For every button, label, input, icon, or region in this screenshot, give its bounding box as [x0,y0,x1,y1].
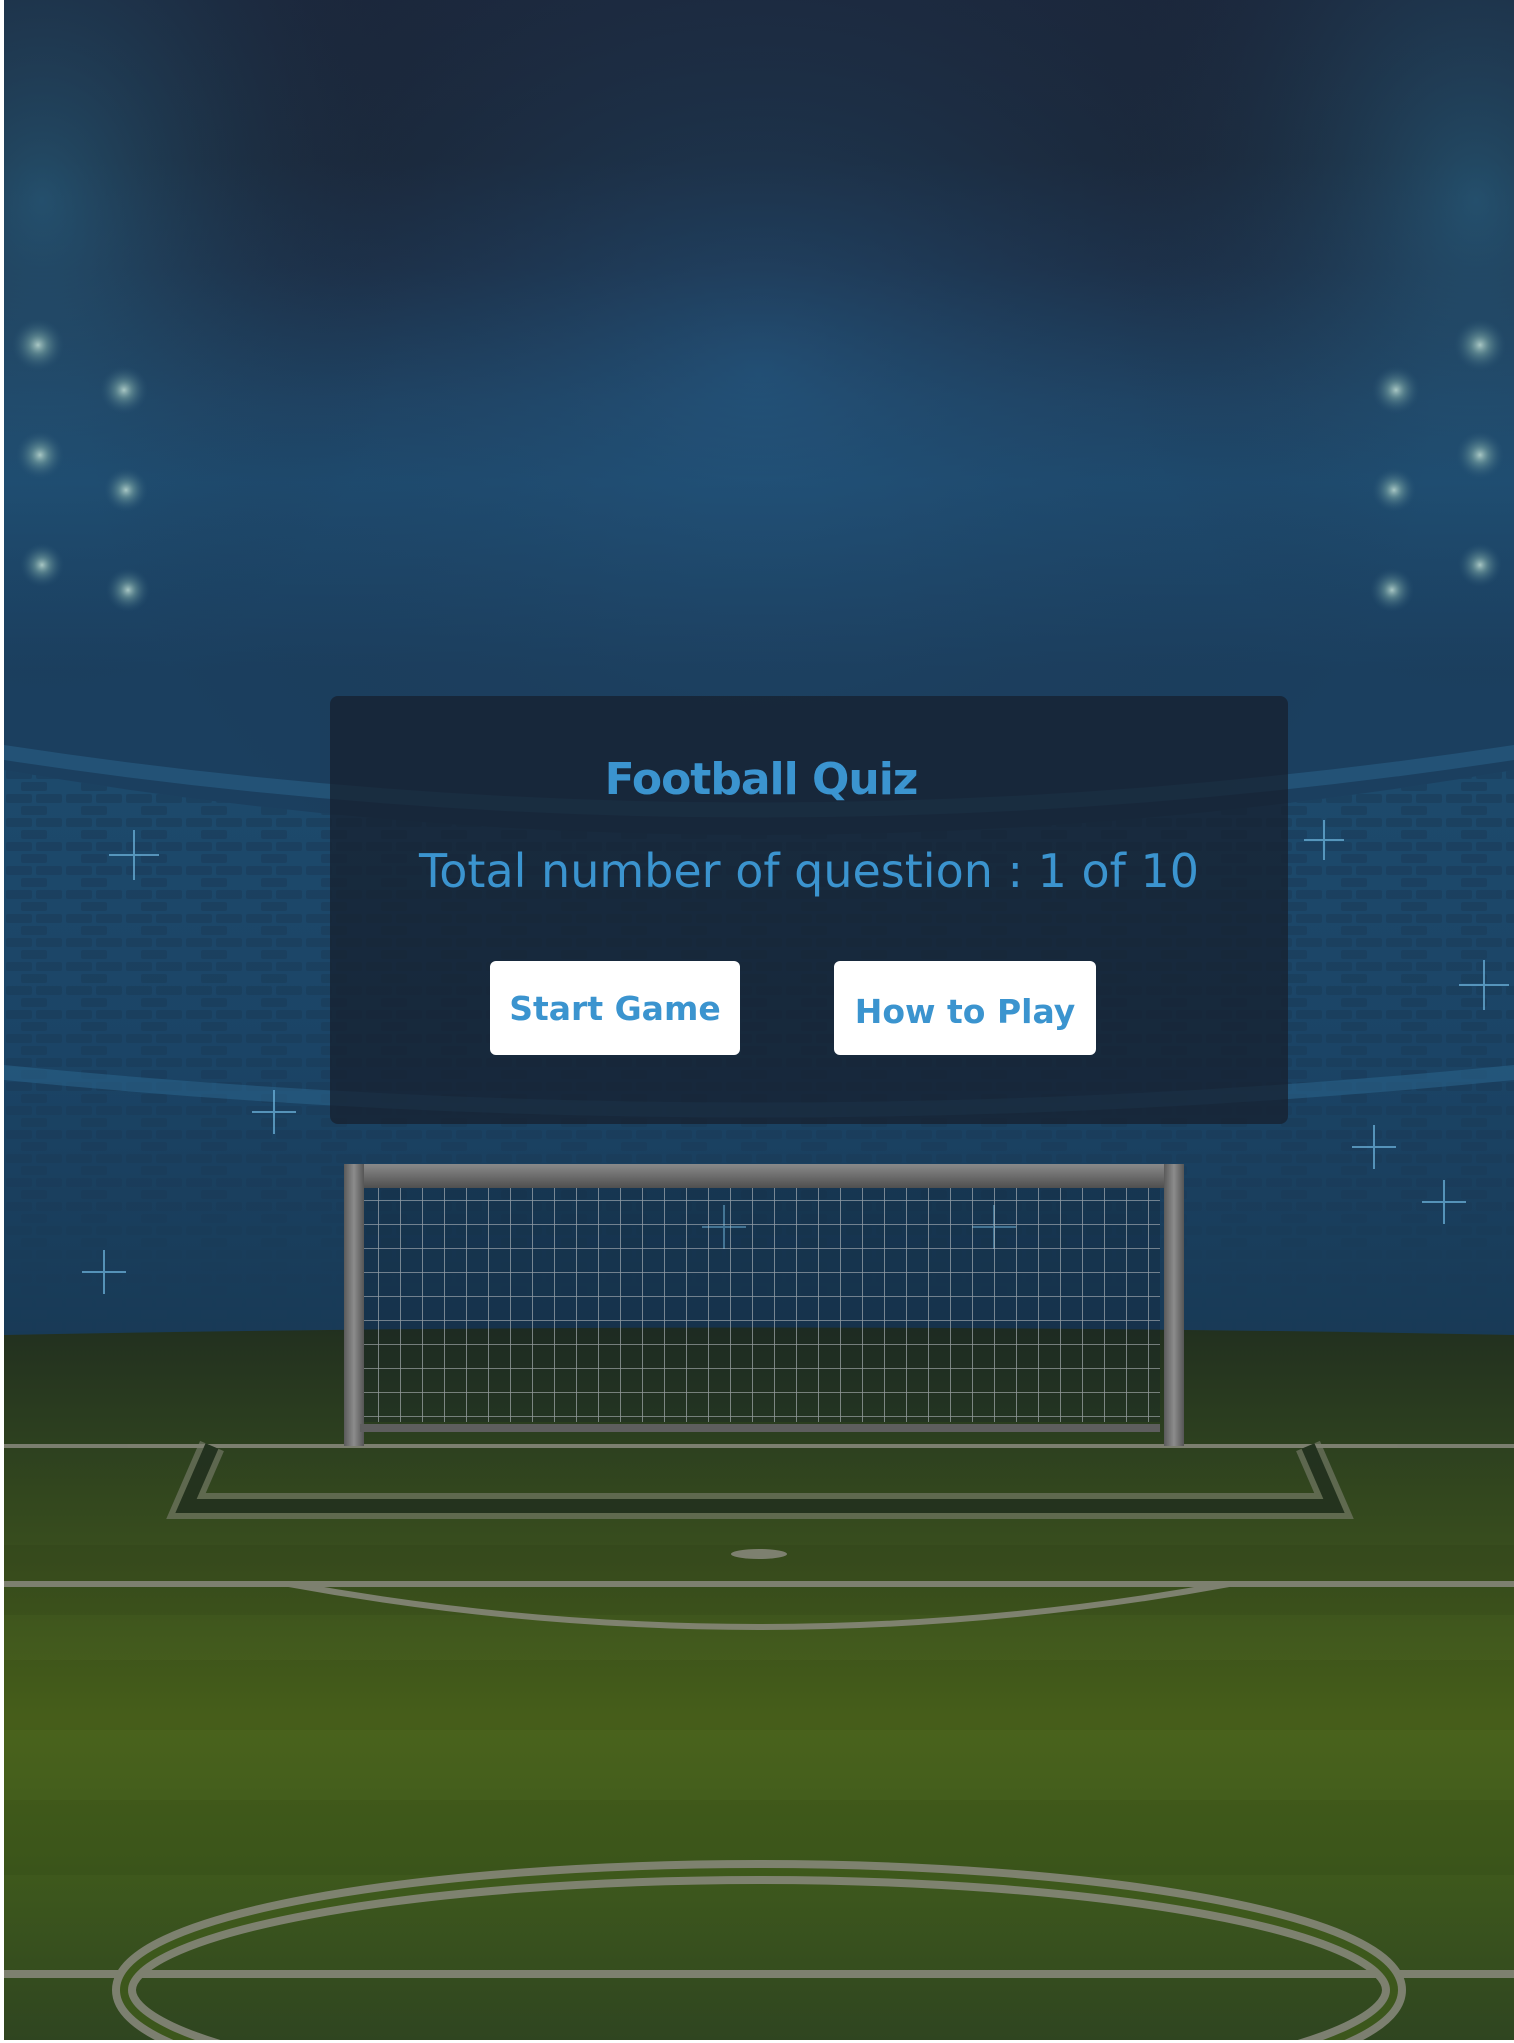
game-title: Football Quiz [604,754,919,805]
question-counter: Total number of question : 1 of 10 [418,844,1200,898]
how-to-play-button[interactable]: How to Play [834,961,1096,1055]
start-game-button[interactable]: Start Game [490,961,740,1055]
goal [344,1164,1184,1446]
quiz-start-panel: Football Quiz Total number of question :… [330,696,1288,1124]
game-stage: Football Quiz Total number of question :… [4,0,1514,2040]
